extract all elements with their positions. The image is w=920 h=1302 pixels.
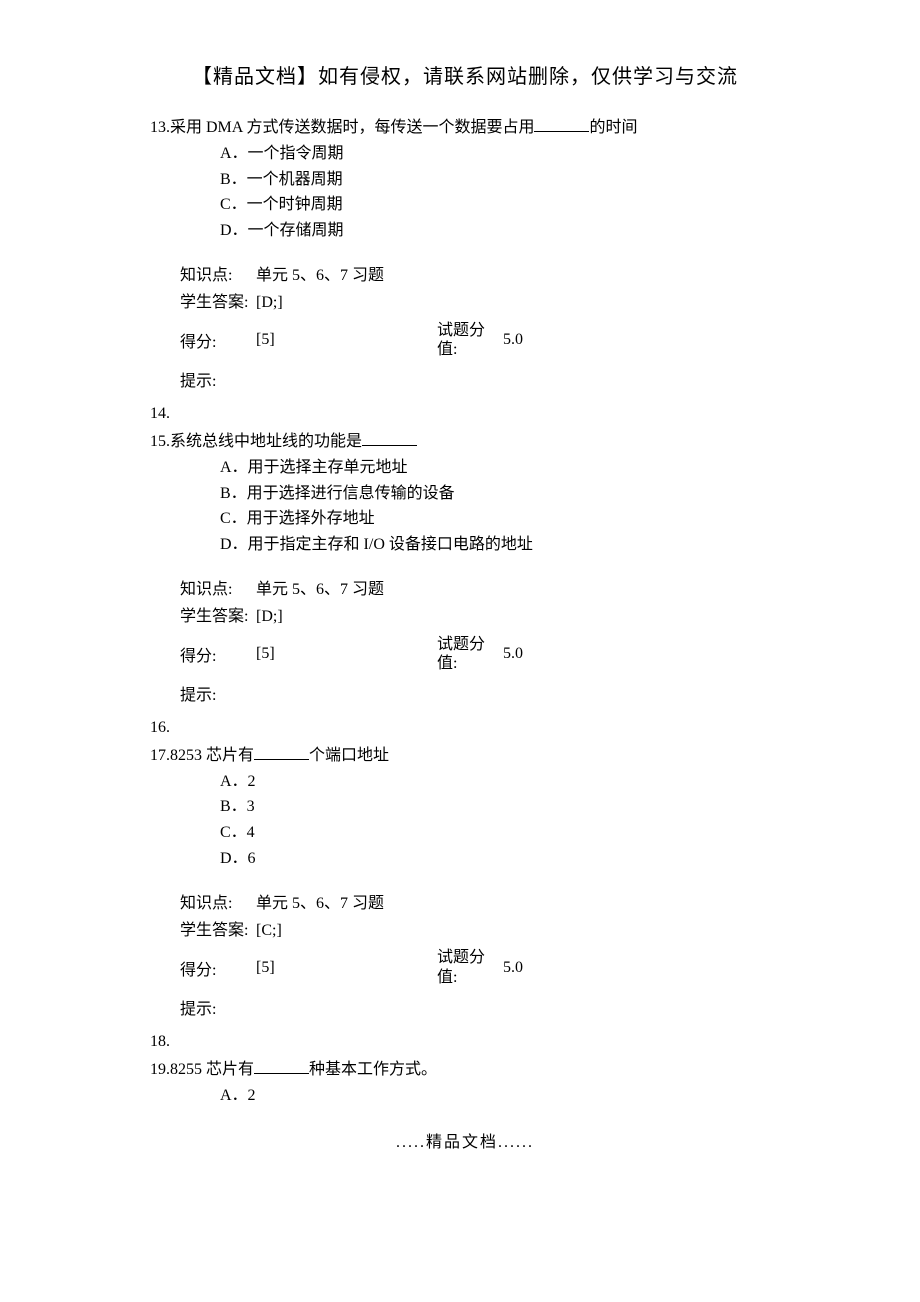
answer-label: 学生答案: bbox=[180, 603, 256, 630]
option: D．用于指定主存和 I/O 设备接口电路的地址 bbox=[220, 532, 780, 558]
knowledge-value: 单元 5、6、7 习题 bbox=[256, 257, 437, 289]
stem-text-before: 8253 芯片有 bbox=[170, 747, 254, 764]
option: C．4 bbox=[220, 820, 780, 846]
fill-blank bbox=[362, 429, 417, 446]
knowledge-label: 知识点: bbox=[180, 257, 256, 289]
answer-value: [C;] bbox=[256, 917, 437, 944]
option: A．2 bbox=[220, 1083, 780, 1109]
option: B．一个机器周期 bbox=[220, 167, 780, 193]
question-stem: 17.8253 芯片有 个端口地址 bbox=[150, 741, 780, 765]
options-list: A．一个指令周期 B．一个机器周期 C．一个时钟周期 D．一个存储周期 bbox=[220, 141, 780, 243]
knowledge-value: 单元 5、6、7 习题 bbox=[256, 571, 437, 603]
options-list: A．2 bbox=[220, 1083, 780, 1109]
weight-value: 5.0 bbox=[503, 631, 529, 677]
meta-table: 知识点: 单元 5、6、7 习题 学生答案: [C;] 得分: [5] 试题分值… bbox=[180, 885, 529, 1023]
options-list: A．2 B．3 C．4 D．6 bbox=[220, 769, 780, 871]
hint-value bbox=[256, 991, 437, 1023]
score-value: [5] bbox=[256, 944, 437, 990]
option: A．一个指令周期 bbox=[220, 141, 780, 167]
question-number-spacer: 16. bbox=[150, 719, 780, 737]
weight-label: 试题分值: bbox=[437, 317, 503, 363]
stem-text-after: 的时间 bbox=[589, 119, 637, 136]
weight-label: 试题分值: bbox=[437, 944, 503, 990]
hint-value bbox=[256, 677, 437, 709]
question-number: 17. bbox=[150, 747, 170, 764]
question-number-spacer: 14. bbox=[150, 405, 780, 423]
question-stem: 19.8255 芯片有 种基本工作方式。 bbox=[150, 1055, 780, 1079]
question-stem: 15.系统总线中地址线的功能是 bbox=[150, 427, 780, 451]
options-list: A．用于选择主存单元地址 B．用于选择进行信息传输的设备 C．用于选择外存地址 … bbox=[220, 455, 780, 557]
answer-label: 学生答案: bbox=[180, 289, 256, 316]
option: C．一个时钟周期 bbox=[220, 192, 780, 218]
option: A．2 bbox=[220, 769, 780, 795]
answer-label: 学生答案: bbox=[180, 917, 256, 944]
meta-table: 知识点: 单元 5、6、7 习题 学生答案: [D;] 得分: [5] 试题分值… bbox=[180, 571, 529, 709]
hint-label: 提示: bbox=[180, 677, 256, 709]
option: B．3 bbox=[220, 794, 780, 820]
weight-value: 5.0 bbox=[503, 944, 529, 990]
knowledge-value: 单元 5、6、7 习题 bbox=[256, 885, 437, 917]
hint-value bbox=[256, 363, 437, 395]
knowledge-label: 知识点: bbox=[180, 571, 256, 603]
stem-text-after: 个端口地址 bbox=[309, 747, 389, 764]
question-number-spacer: 18. bbox=[150, 1033, 780, 1051]
page-header: 【精品文档】如有侵权，请联系网站删除，仅供学习与交流 bbox=[150, 60, 780, 89]
hint-label: 提示: bbox=[180, 991, 256, 1023]
fill-blank bbox=[534, 115, 589, 132]
fill-blank bbox=[254, 1057, 309, 1074]
score-label: 得分: bbox=[180, 631, 256, 677]
question-number: 13. bbox=[150, 119, 170, 136]
page-footer: .....精品文档...... bbox=[150, 1128, 780, 1152]
stem-text-before: 系统总线中地址线的功能是 bbox=[170, 433, 362, 450]
option: C．用于选择外存地址 bbox=[220, 506, 780, 532]
question-number: 15. bbox=[150, 433, 170, 450]
meta-table: 知识点: 单元 5、6、7 习题 学生答案: [D;] 得分: [5] 试题分值… bbox=[180, 257, 529, 395]
page: 【精品文档】如有侵权，请联系网站删除，仅供学习与交流 13.采用 DMA 方式传… bbox=[0, 0, 920, 1192]
question-number: 19. bbox=[150, 1061, 170, 1078]
question-stem: 13.采用 DMA 方式传送数据时，每传送一个数据要占用 的时间 bbox=[150, 113, 780, 137]
option: D．一个存储周期 bbox=[220, 218, 780, 244]
answer-value: [D;] bbox=[256, 603, 437, 630]
stem-text-before: 采用 DMA 方式传送数据时，每传送一个数据要占用 bbox=[170, 119, 534, 136]
stem-text-before: 8255 芯片有 bbox=[170, 1061, 254, 1078]
weight-label: 试题分值: bbox=[437, 631, 503, 677]
score-label: 得分: bbox=[180, 317, 256, 363]
option: B．用于选择进行信息传输的设备 bbox=[220, 481, 780, 507]
fill-blank bbox=[254, 743, 309, 760]
score-label: 得分: bbox=[180, 944, 256, 990]
option: A．用于选择主存单元地址 bbox=[220, 455, 780, 481]
weight-value: 5.0 bbox=[503, 317, 529, 363]
score-value: [5] bbox=[256, 317, 437, 363]
knowledge-label: 知识点: bbox=[180, 885, 256, 917]
score-value: [5] bbox=[256, 631, 437, 677]
hint-label: 提示: bbox=[180, 363, 256, 395]
option: D．6 bbox=[220, 846, 780, 872]
answer-value: [D;] bbox=[256, 289, 437, 316]
stem-text-after: 种基本工作方式。 bbox=[309, 1061, 437, 1078]
